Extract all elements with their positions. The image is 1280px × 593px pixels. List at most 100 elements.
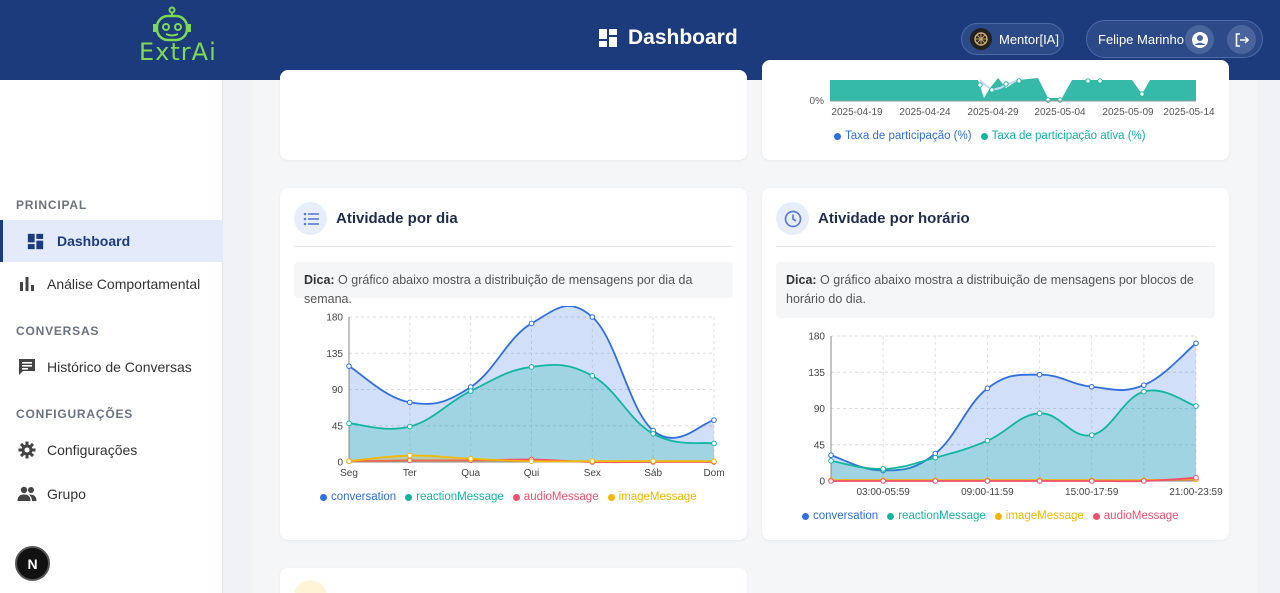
sidebar-item-label: Configurações	[47, 442, 138, 458]
data-point-reactionMessage[interactable]	[711, 440, 717, 447]
data-point-conversation[interactable]	[407, 399, 413, 406]
legend-dot	[887, 512, 895, 520]
card-activity-by-hour: Atividade por horário Dica: O gráfico ab…	[762, 188, 1229, 540]
legend-item-reactionMessage[interactable]: reactionMessage	[405, 491, 504, 503]
logout-icon[interactable]	[1227, 25, 1256, 54]
card-bottom	[280, 568, 747, 593]
participation-chart: 0% 2025-04-19 2025-04-24 2025-04-29 2025…	[810, 78, 1215, 118]
data-point-reactionMessage[interactable]	[407, 423, 413, 430]
participation-x-tick: 2025-04-24	[899, 107, 951, 118]
data-point-reactionMessage[interactable]	[880, 466, 886, 472]
data-point-audioMessage[interactable]	[828, 478, 834, 484]
data-point-imageMessage[interactable]	[467, 455, 474, 462]
data-point-reactionMessage[interactable]	[1088, 432, 1095, 438]
data-point-audioMessage[interactable]	[984, 478, 991, 484]
legend-label: reactionMessage	[898, 510, 986, 522]
data-point-reactionMessage[interactable]	[589, 373, 596, 379]
n-badge-button[interactable]: N	[15, 546, 50, 581]
card-activity-by-day: Atividade por dia Dica: O gráfico abaixo…	[280, 188, 747, 540]
data-point-audioMessage[interactable]	[1193, 474, 1199, 481]
x-tick-label: 09:00-11:59	[961, 487, 1014, 498]
tip-box: Dica: O gráfico abaixo mostra a distribu…	[294, 262, 733, 306]
data-point-reactionMessage[interactable]	[1193, 403, 1199, 409]
section-conversas: CONVERSAS	[16, 324, 100, 338]
data-point-conversation[interactable]	[346, 363, 352, 369]
sidebar-item-analise[interactable]: Análise Comportamental	[0, 263, 223, 305]
legend-dot	[994, 512, 1002, 520]
dashboard-icon	[599, 29, 617, 47]
legend-label: conversation	[331, 491, 397, 503]
card-title: Atividade por horário	[818, 210, 970, 227]
data-point-imageMessage[interactable]	[589, 458, 596, 464]
data-point-conversation[interactable]	[1036, 371, 1043, 378]
legend-dot	[320, 493, 327, 501]
data-point-conversation[interactable]	[1141, 382, 1147, 388]
x-tick-label: 15:00-17:59	[1065, 487, 1119, 498]
data-point-audioMessage[interactable]	[1088, 478, 1095, 484]
data-point-imageMessage[interactable]	[528, 458, 535, 464]
data-point-reactionMessage[interactable]	[932, 454, 939, 461]
x-tick-label: Qua	[461, 468, 480, 479]
chat-icon	[17, 357, 37, 377]
data-point-audioMessage[interactable]	[932, 478, 939, 484]
legend-item[interactable]: Taxa de participação ativa (%)	[980, 130, 1146, 142]
data-point-reactionMessage[interactable]	[467, 388, 474, 394]
data-point-audioMessage[interactable]	[1141, 478, 1147, 484]
data-point-reactionMessage[interactable]	[1141, 388, 1147, 395]
legend-item[interactable]: Taxa de participação (%)	[834, 130, 972, 142]
legend-item-conversation[interactable]: conversation	[802, 510, 878, 522]
data-point-audioMessage[interactable]	[1036, 478, 1043, 484]
participation-y-tick: 0%	[810, 96, 825, 107]
data-point-conversation[interactable]	[1193, 340, 1199, 347]
sidebar: PRINCIPAL Dashboard Análise Comportament…	[0, 80, 223, 593]
data-point-conversation[interactable]	[711, 417, 717, 423]
legend-item-imageMessage[interactable]: imageMessage	[607, 491, 697, 503]
legend-item-imageMessage[interactable]: imageMessage	[994, 510, 1084, 522]
sidebar-item-grupo[interactable]: Grupo	[0, 473, 223, 515]
clock-icon	[776, 202, 809, 235]
participation-legend: Taxa de participação (%) Taxa de partici…	[834, 130, 1155, 142]
data-point-reactionMessage[interactable]	[346, 420, 352, 427]
data-point-conversation[interactable]	[589, 314, 596, 320]
legend-item-audioMessage[interactable]: audioMessage	[1092, 510, 1179, 522]
legend-label: audioMessage	[523, 491, 599, 503]
data-point-imageMessage[interactable]	[407, 452, 413, 459]
data-point-conversation[interactable]	[984, 385, 991, 392]
x-tick-label: Sex	[584, 468, 601, 479]
data-point-audioMessage[interactable]	[880, 478, 886, 484]
logo-text: ExtrAi	[139, 38, 217, 66]
data-point-imageMessage[interactable]	[711, 458, 717, 464]
data-point-reactionMessage[interactable]	[528, 364, 535, 370]
x-tick-label: Sáb	[644, 468, 662, 479]
legend-item-reactionMessage[interactable]: reactionMessage	[887, 510, 986, 522]
data-point-reactionMessage[interactable]	[650, 431, 656, 437]
tip-label: Dica:	[304, 273, 335, 287]
sidebar-item-label: Dashboard	[57, 233, 131, 249]
legend-item-audioMessage[interactable]: audioMessage	[512, 491, 599, 503]
dashboard-icon	[25, 231, 45, 251]
sidebar-item-historico[interactable]: Histórico de Conversas	[0, 346, 223, 388]
data-point-imageMessage[interactable]	[650, 458, 656, 464]
data-point-reactionMessage[interactable]	[984, 437, 991, 444]
data-point-conversation[interactable]	[1088, 383, 1095, 390]
mentor-button[interactable]: Mentor[IA]	[961, 23, 1064, 55]
sidebar-item-dashboard[interactable]: Dashboard	[0, 220, 223, 262]
tip-text: O gráfico abaixo mostra a distribuição d…	[786, 273, 1194, 306]
data-point-reactionMessage[interactable]	[1036, 410, 1043, 417]
participation-x-tick: 2025-05-04	[1034, 107, 1086, 118]
data-point-reactionMessage[interactable]	[828, 458, 834, 464]
hour-chart: 0 45 90 135 180 03:00-05:59 09:00-11:59 15:00-1…	[808, 332, 1223, 499]
card-header: Atividade por horário	[776, 202, 1215, 247]
page-title: Dashboard	[598, 26, 738, 50]
sidebar-item-configuracoes[interactable]: Configurações	[0, 429, 223, 471]
legend-item-conversation[interactable]: conversation	[320, 491, 396, 503]
y-tick-label: 0	[819, 477, 825, 488]
data-point-conversation[interactable]	[528, 320, 535, 327]
y-tick-label: 45	[332, 421, 344, 432]
gear-icon	[17, 440, 37, 460]
participation-x-tick: 2025-05-14	[1163, 107, 1215, 118]
data-point-imageMessage[interactable]	[346, 458, 352, 464]
participation-x-tick: 2025-04-19	[831, 107, 883, 118]
data-point-conversation[interactable]	[828, 452, 834, 459]
account-icon[interactable]	[1185, 25, 1214, 54]
